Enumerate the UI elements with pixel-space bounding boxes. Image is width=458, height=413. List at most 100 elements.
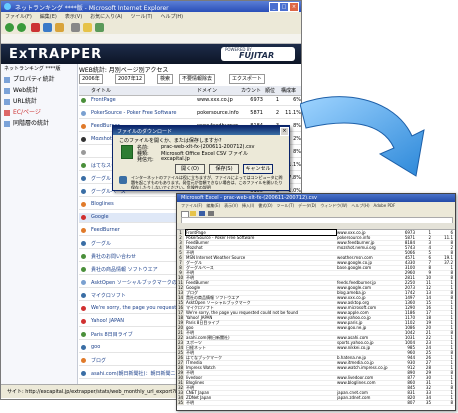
dialog-title: ファイルのダウンロード: [117, 129, 173, 135]
back-icon[interactable]: [5, 23, 14, 32]
column-header-count[interactable]: カウント: [241, 87, 261, 94]
favicon-icon: [81, 241, 86, 246]
open-icon[interactable]: [190, 211, 196, 216]
download-dialog: ファイルのダウンロード × このファイルを開くか、または保存しますか? 名前: …: [112, 125, 290, 191]
folder-icon: [4, 98, 10, 105]
save-button[interactable]: 保存(S): [209, 164, 239, 174]
favicon-icon: [81, 176, 86, 181]
excel-menu-item[interactable]: データ(D): [298, 203, 316, 208]
column-header-title[interactable]: タイトル: [91, 87, 111, 94]
search-button[interactable]: 検索: [157, 74, 174, 84]
dialog-close-button[interactable]: ×: [280, 127, 289, 136]
excel-menu-item[interactable]: 編集(E): [206, 203, 220, 208]
sidebar-item-label: Web統計: [13, 87, 39, 94]
cell-rate: 6%: [293, 97, 301, 103]
sidebar-item-same-level[interactable]: 同階層の統計: [4, 118, 74, 127]
folder-icon: [4, 87, 10, 94]
favicon-icon: [81, 371, 86, 376]
powered-by-name: FUJITAR: [239, 51, 275, 60]
favicon-icon: [81, 267, 86, 272]
sidebar-item-url[interactable]: URL統計: [4, 96, 74, 105]
excel-menu-item[interactable]: ヘルプ(H): [351, 203, 369, 208]
excel-menu-item[interactable]: ウィンドウ(W): [320, 203, 347, 208]
favicon-icon: [81, 98, 86, 103]
column-header-domain[interactable]: ドメイン: [197, 87, 217, 94]
excel-cell[interactable]: 不明: [186, 400, 336, 405]
page-title: WEB統計: 月別ページ別アクセス: [79, 67, 169, 74]
excel-menu-item[interactable]: 挿入(I): [242, 203, 254, 208]
menu-item[interactable]: ヘルプ(H): [160, 14, 183, 20]
browser-titlebar: ネットランキング ****版 - Microsoft Internet Expl…: [1, 1, 301, 12]
ie-icon: [4, 3, 11, 10]
sidebar-item-ec[interactable]: EC/ページ: [4, 107, 74, 116]
favicon-icon: [81, 293, 86, 298]
from-value: excapital.jp: [161, 156, 190, 162]
cell-rank: 1: [275, 97, 279, 103]
maximize-button[interactable]: □: [279, 2, 289, 12]
browser-title: ネットランキング ****版 - Microsoft Internet Expl…: [15, 5, 169, 12]
filter-button[interactable]: 不要情報除去: [179, 74, 216, 84]
minimize-button[interactable]: _: [269, 2, 279, 12]
menu-item[interactable]: ツール(T): [131, 14, 153, 20]
favicon-icon: [81, 306, 86, 311]
favicon-icon: [81, 345, 86, 350]
favicon-icon: [81, 358, 86, 363]
table-header: タイトル ドメイン カウント 順位 構成率: [79, 86, 301, 96]
sidebar-item-property[interactable]: プロパティ統計: [4, 74, 74, 83]
favicon-icon: [81, 137, 86, 142]
save-icon[interactable]: [199, 211, 205, 216]
curved-arrow: [300, 96, 425, 177]
excel-titlebar: Microsoft Excel - prac-web-xlt-fx-(20061…: [177, 194, 455, 202]
excel-cell[interactable]: 807: [395, 400, 415, 405]
excel-row[interactable]: 35 不明 807 35 8: [177, 400, 455, 406]
table-row[interactable]: FrontPage www.xxx.co.jp 6973 1 6%: [79, 96, 301, 106]
from-date-select[interactable]: 2006年: [79, 74, 103, 84]
column-headers: [177, 223, 455, 230]
favorites-icon[interactable]: [83, 23, 92, 32]
history-icon[interactable]: [95, 23, 104, 32]
menu-item[interactable]: 編集(E): [40, 14, 57, 20]
cell-title[interactable]: PokerSource - Poker Free Software: [91, 110, 195, 116]
row-number: 35: [177, 400, 184, 405]
favicon-icon: [81, 254, 86, 259]
stop-icon[interactable]: [31, 23, 40, 32]
menu-item[interactable]: ファイル(F): [5, 14, 32, 20]
sidebar-item-label: 同階層の統計: [13, 120, 50, 127]
close-button[interactable]: ×: [289, 2, 299, 12]
cell-count: 6973: [250, 97, 263, 103]
excel-menu-item[interactable]: 書式(O): [258, 203, 272, 208]
sidebar-item-label: EC/ページ: [13, 109, 41, 116]
excel-menu-item[interactable]: ツール(T): [277, 203, 295, 208]
favicon-icon: [81, 150, 86, 155]
excel-menu-item[interactable]: 表示(V): [224, 203, 238, 208]
open-button[interactable]: 開く(O): [175, 164, 205, 174]
search-icon[interactable]: [71, 23, 80, 32]
to-date-select[interactable]: 2007年12: [115, 74, 146, 84]
print-icon[interactable]: [208, 211, 214, 216]
forward-icon[interactable]: [17, 23, 26, 32]
excel-title: Microsoft Excel - prac-web-xlt-fx-(20061…: [181, 195, 317, 201]
cell-rank: 2: [275, 110, 279, 116]
filter-controls: 2006年 2007年12 検索 不要情報除去 エクスポート: [79, 74, 299, 84]
dialog-titlebar: ファイルのダウンロード: [113, 126, 289, 135]
excel-cell[interactable]: 8: [433, 400, 453, 405]
column-header-rank[interactable]: 順位: [265, 87, 275, 94]
menu-item[interactable]: 表示(V): [65, 14, 82, 20]
excel-menu-item[interactable]: ファイル(F): [181, 203, 202, 208]
column-header-rate[interactable]: 構成率: [281, 87, 296, 94]
favicon-icon: [81, 215, 86, 220]
cell-rate: 11.1%: [285, 110, 301, 116]
refresh-icon[interactable]: [43, 23, 52, 32]
app-header: ExTRAPPER POWERED BY FUJITAR: [1, 44, 301, 64]
address-bar[interactable]: [1, 34, 301, 44]
menu-item[interactable]: お気に入り(A): [90, 14, 122, 20]
sidebar-item-web[interactable]: Web統計: [4, 85, 74, 94]
home-icon[interactable]: [55, 23, 64, 32]
excel-menu-item[interactable]: Adobe PDF: [374, 203, 396, 208]
cell-title[interactable]: FrontPage: [91, 97, 195, 103]
folder-icon: [4, 109, 10, 116]
excel-cell[interactable]: 35: [417, 400, 431, 405]
cancel-button[interactable]: キャンセル: [243, 164, 273, 174]
table-row[interactable]: PokerSource - Poker Free Software pokerso…: [79, 109, 301, 119]
export-button[interactable]: エクスポート: [229, 74, 265, 84]
